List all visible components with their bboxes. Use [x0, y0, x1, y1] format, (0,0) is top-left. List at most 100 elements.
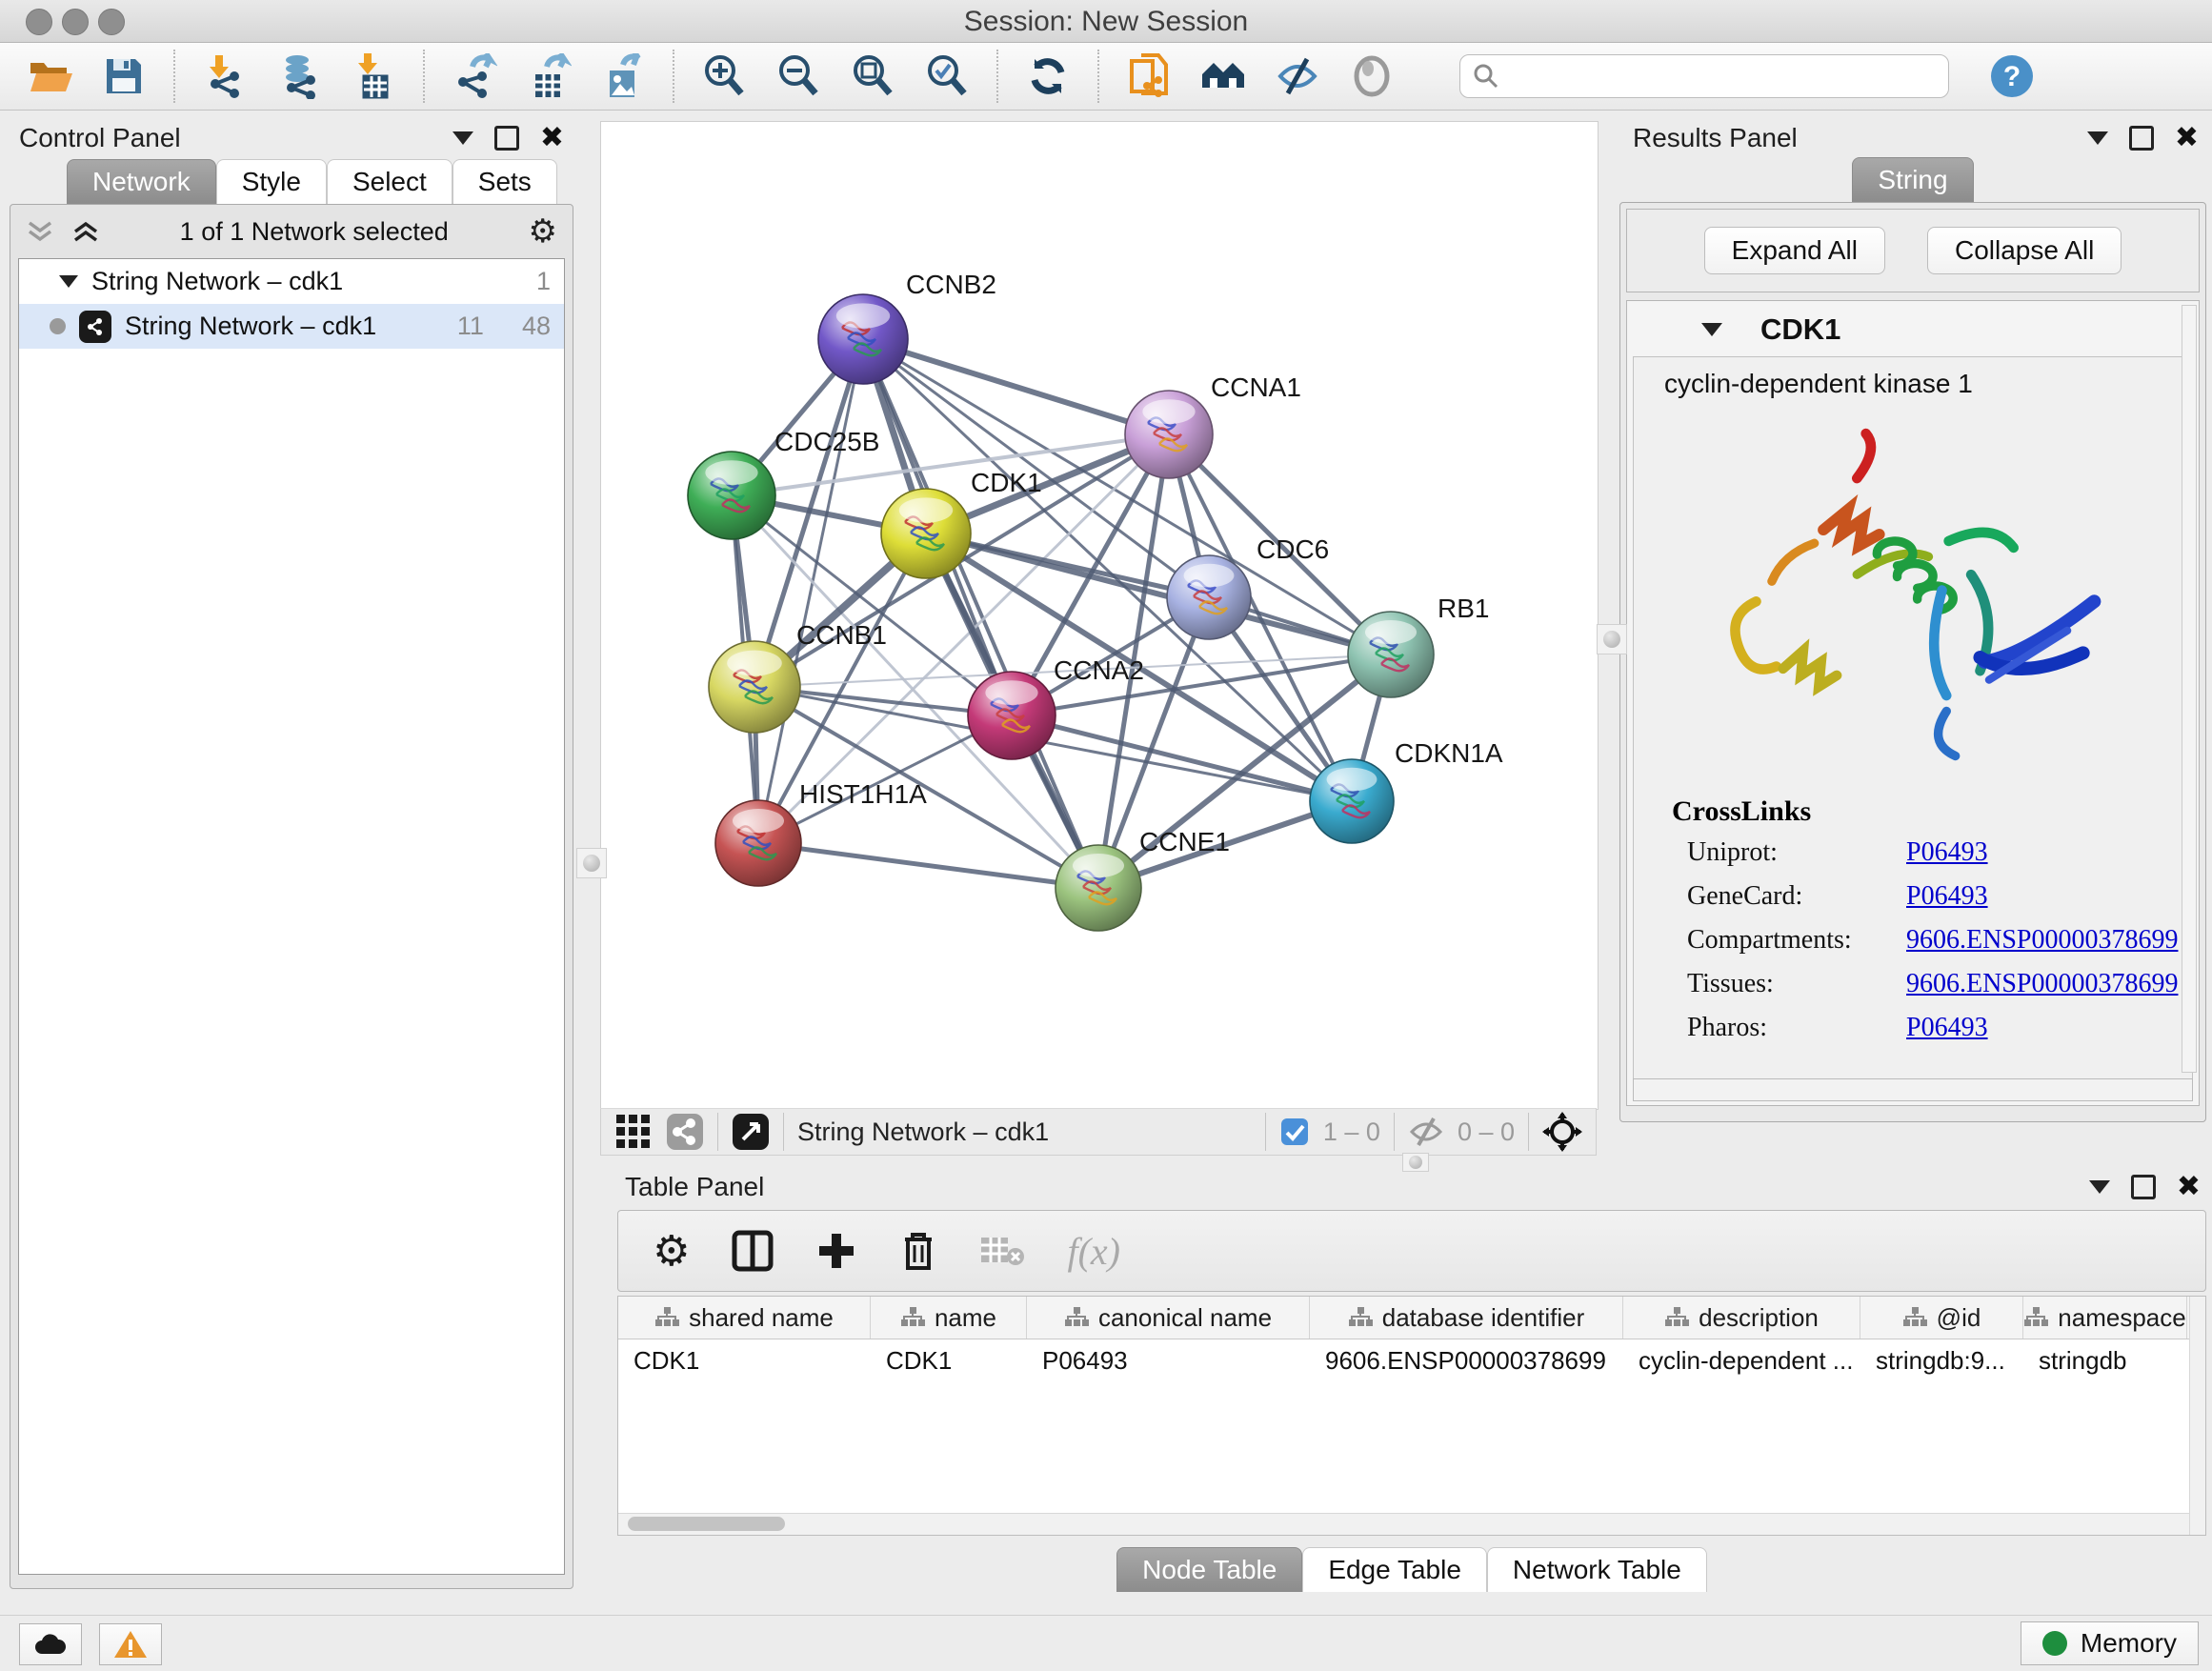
- selected-checkbox-icon[interactable]: [1279, 1117, 1310, 1147]
- column-header-database-identifier[interactable]: database identifier: [1310, 1297, 1623, 1339]
- tab-node-table[interactable]: Node Table: [1116, 1547, 1302, 1592]
- column-header-description[interactable]: description: [1623, 1297, 1860, 1339]
- left-splitter-handle[interactable]: [576, 848, 607, 878]
- control-panel-close-icon[interactable]: ✖: [540, 129, 564, 148]
- control-panel-float-icon[interactable]: [494, 126, 519, 151]
- node-CDC6[interactable]: [1167, 555, 1251, 639]
- results-panel-close-icon[interactable]: ✖: [2175, 129, 2199, 148]
- search-box[interactable]: [1459, 54, 1949, 98]
- detach-view-icon[interactable]: [732, 1113, 770, 1151]
- node-CDKN1A[interactable]: [1310, 759, 1394, 843]
- edge-CCNB2-CCNA1[interactable]: [863, 339, 1169, 434]
- tree-row-network[interactable]: String Network – cdk11148: [19, 304, 564, 349]
- column-header--id[interactable]: @id: [1860, 1297, 2023, 1339]
- table-hscroll-thumb[interactable]: [628, 1517, 785, 1531]
- table-panel-float-icon[interactable]: [2131, 1175, 2156, 1199]
- hidden-eye-icon[interactable]: [1408, 1117, 1444, 1147]
- table-vscrollbar[interactable]: [2189, 1297, 2205, 1535]
- tab-edge-table[interactable]: Edge Table: [1302, 1547, 1487, 1592]
- table-cell[interactable]: P06493: [1027, 1339, 1310, 1381]
- edge-HIST1H1A-CCNE1[interactable]: [758, 843, 1098, 888]
- column-header-shared-name[interactable]: shared name: [618, 1297, 871, 1339]
- tab-string[interactable]: String: [1852, 157, 1973, 202]
- crosslink-value-link[interactable]: P06493: [1906, 837, 1988, 868]
- node-CCNB2[interactable]: [818, 294, 908, 384]
- crosslink-value-link[interactable]: 9606.ENSP00000378699: [1906, 925, 2178, 956]
- network-options-gear-icon[interactable]: ⚙: [529, 212, 557, 251]
- expand-all-icon[interactable]: [71, 219, 100, 244]
- warning-status-button[interactable]: [99, 1623, 162, 1665]
- table-cell[interactable]: 9606.ENSP00000378699: [1310, 1339, 1623, 1381]
- import-network-file-icon[interactable]: [200, 51, 250, 101]
- help-icon[interactable]: ?: [1987, 51, 2037, 101]
- tree-row-collection[interactable]: String Network – cdk11: [19, 259, 564, 304]
- table-panel-collapse-icon[interactable]: [2089, 1180, 2110, 1194]
- node-HIST1H1A[interactable]: [715, 800, 801, 886]
- collapse-all-icon[interactable]: [26, 219, 54, 244]
- save-session-icon[interactable]: [99, 51, 149, 101]
- node-CCNA2[interactable]: [968, 672, 1056, 759]
- hide-selected-icon[interactable]: [1273, 51, 1322, 101]
- delete-table-icon[interactable]: [979, 1234, 1025, 1268]
- node-CCNA1[interactable]: [1125, 391, 1213, 478]
- homes-icon[interactable]: [1198, 51, 1248, 101]
- expand-all-button[interactable]: Expand All: [1704, 227, 1885, 274]
- grid-view-icon[interactable]: [614, 1113, 653, 1151]
- control-panel-collapse-icon[interactable]: [452, 131, 473, 145]
- results-panel-collapse-icon[interactable]: [2087, 131, 2108, 145]
- table-cell[interactable]: CDK1: [618, 1339, 871, 1381]
- add-column-icon[interactable]: [815, 1230, 857, 1272]
- node-CCNB1[interactable]: [709, 641, 800, 733]
- delete-column-icon[interactable]: [899, 1230, 937, 1272]
- table-hscrollbar[interactable]: [618, 1513, 2190, 1535]
- bottom-splitter-handle[interactable]: [1402, 1153, 1429, 1172]
- memory-button[interactable]: Memory: [2021, 1621, 2199, 1665]
- export-table-icon[interactable]: [524, 51, 573, 101]
- tab-sets[interactable]: Sets: [452, 159, 557, 204]
- node-CCNE1[interactable]: [1056, 845, 1141, 931]
- search-input[interactable]: [1500, 61, 1948, 92]
- table-settings-gear-icon[interactable]: ⚙: [653, 1227, 690, 1276]
- network-view[interactable]: CCNB2CCNA1CDC25BCDK1CDC6RB1CCNB1CCNA2CDK…: [600, 121, 1599, 1110]
- column-header-name[interactable]: name: [871, 1297, 1027, 1339]
- export-image-icon[interactable]: [598, 51, 648, 101]
- collapse-all-button[interactable]: Collapse All: [1927, 227, 2122, 274]
- node-RB1[interactable]: [1348, 612, 1434, 697]
- table-cell[interactable]: stringdb:9...: [1860, 1339, 2023, 1381]
- show-columns-icon[interactable]: [732, 1230, 774, 1272]
- table-cell[interactable]: cyclin-dependent ...: [1623, 1339, 1860, 1381]
- export-network-icon[interactable]: [450, 51, 499, 101]
- zoom-selected-icon[interactable]: [922, 51, 972, 101]
- zoom-in-icon[interactable]: [699, 51, 749, 101]
- tree-expand-icon[interactable]: [59, 275, 78, 288]
- refresh-icon[interactable]: [1023, 51, 1073, 101]
- tab-network-table[interactable]: Network Table: [1487, 1547, 1707, 1592]
- import-table-file-icon[interactable]: [349, 51, 398, 101]
- node-CDC25B[interactable]: [688, 452, 775, 539]
- crosslink-value-link[interactable]: 9606.ENSP00000378699: [1906, 969, 2178, 999]
- right-splitter-handle[interactable]: [1597, 624, 1627, 654]
- zoom-fit-icon[interactable]: [848, 51, 897, 101]
- import-network-database-icon[interactable]: [274, 51, 324, 101]
- zoom-out-icon[interactable]: [774, 51, 823, 101]
- table-row[interactable]: CDK1CDK1P064939606.ENSP00000378699cyclin…: [618, 1339, 2205, 1381]
- gene-card-vscrollbar[interactable]: [2182, 305, 2197, 1073]
- crosslink-value-link[interactable]: P06493: [1906, 1013, 1988, 1043]
- tab-style[interactable]: Style: [216, 159, 327, 204]
- results-panel-float-icon[interactable]: [2129, 126, 2154, 151]
- column-header-canonical-name[interactable]: canonical name: [1027, 1297, 1310, 1339]
- open-session-icon[interactable]: [25, 51, 74, 101]
- edge-CCNB2-HIST1H1A[interactable]: [758, 339, 863, 843]
- cloud-status-button[interactable]: [19, 1623, 82, 1665]
- gene-card-scrollbar[interactable]: [1633, 1078, 2193, 1101]
- show-selected-icon[interactable]: [1347, 51, 1397, 101]
- tab-select[interactable]: Select: [327, 159, 452, 204]
- crosslink-value-link[interactable]: P06493: [1906, 881, 1988, 912]
- node-CDK1[interactable]: [881, 489, 971, 578]
- tab-network[interactable]: Network: [67, 159, 216, 204]
- column-header-namespace[interactable]: namespace: [2023, 1297, 2187, 1339]
- table-cell[interactable]: stringdb: [2023, 1339, 2187, 1381]
- function-builder-icon[interactable]: f(x): [1067, 1229, 1120, 1274]
- network-view-mode-icon[interactable]: [666, 1113, 704, 1151]
- gene-collapse-icon[interactable]: [1701, 323, 1722, 336]
